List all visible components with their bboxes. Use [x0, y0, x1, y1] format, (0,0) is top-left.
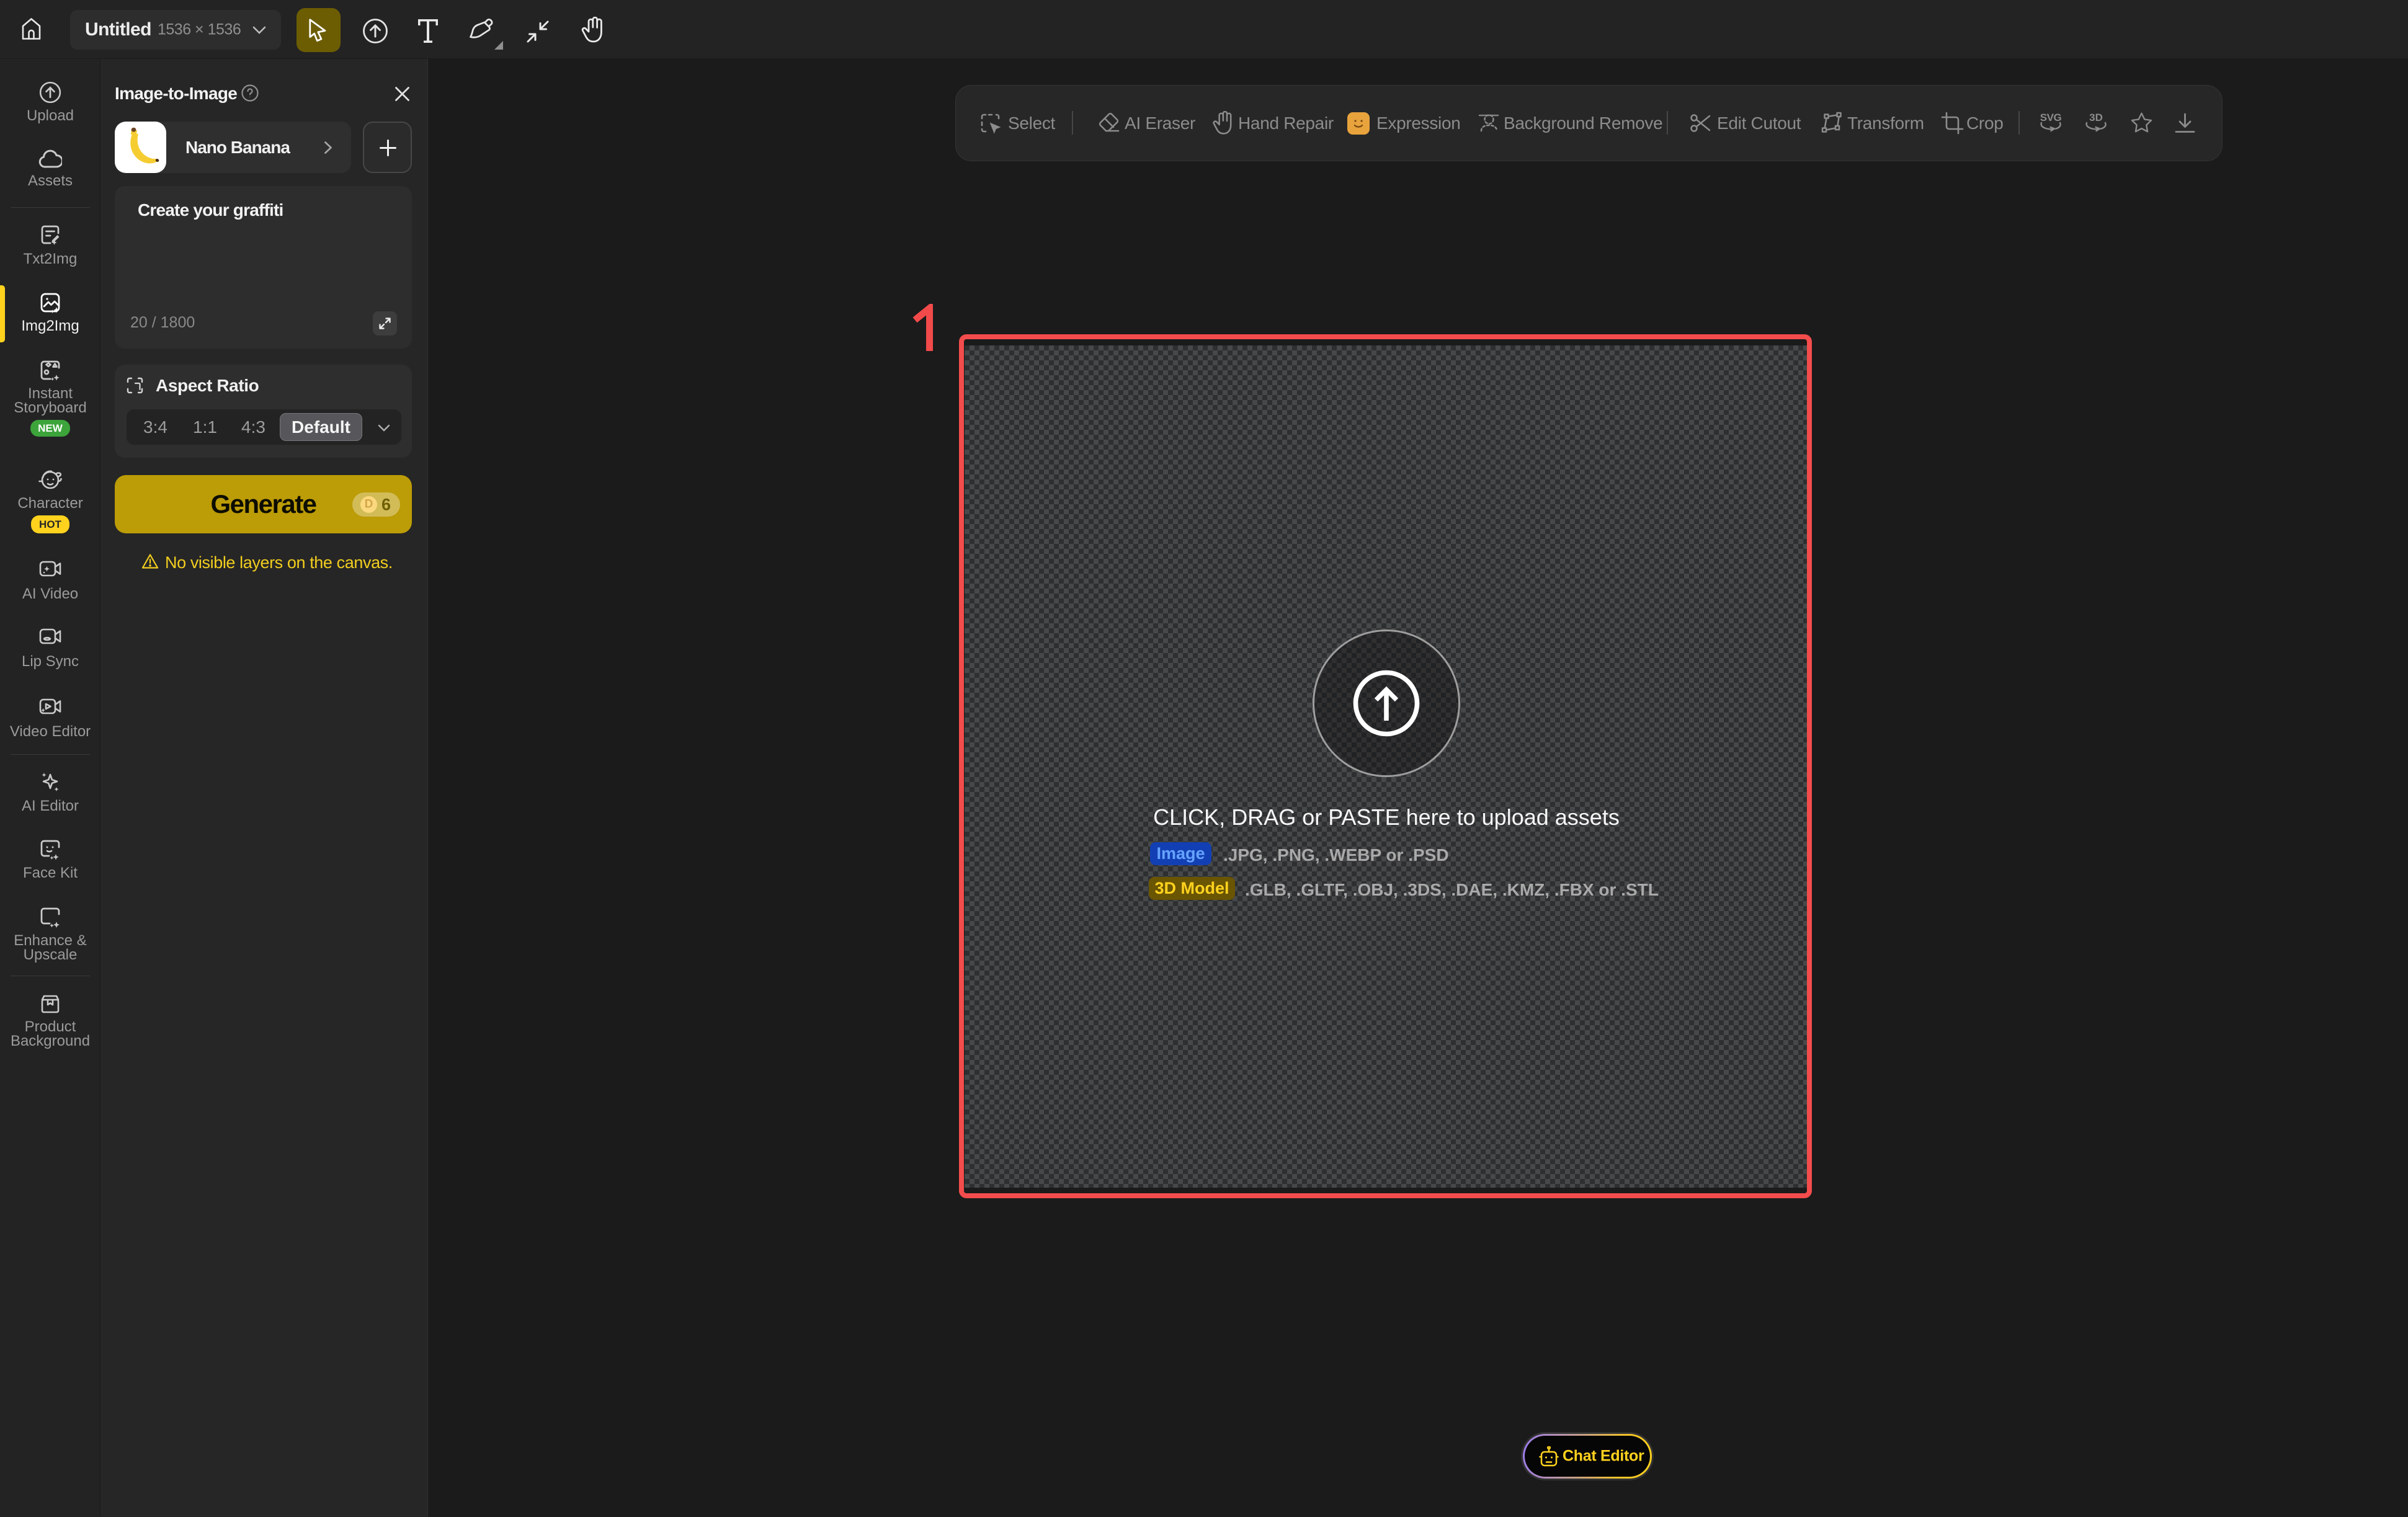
svg-text:3D: 3D [2089, 112, 2103, 123]
svg-text:SVG: SVG [2040, 112, 2062, 123]
